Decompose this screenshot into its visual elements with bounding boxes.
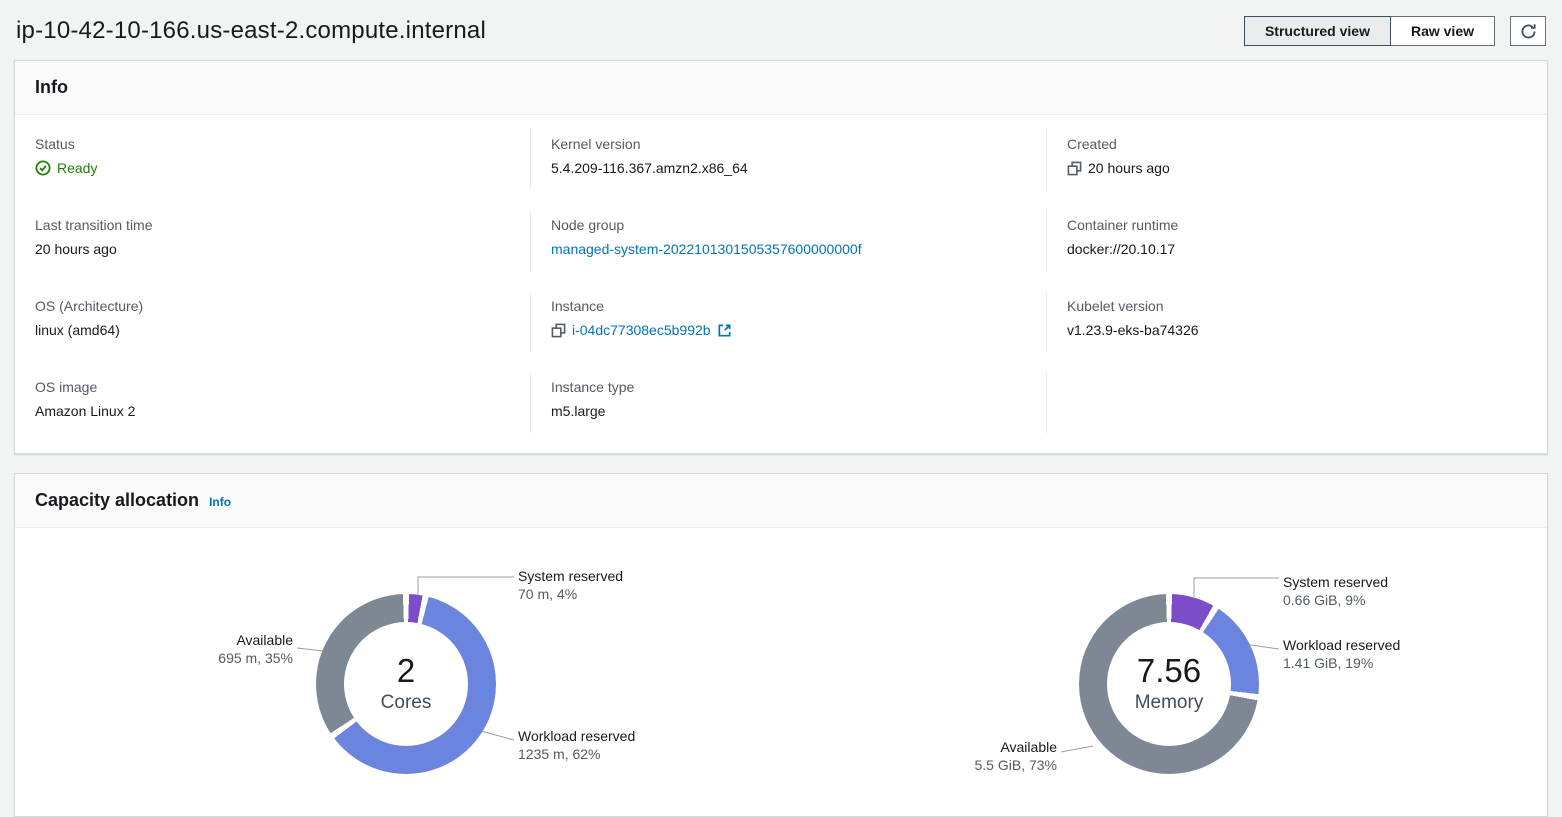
view-toggle: Structured view Raw view — [1244, 16, 1495, 46]
info-panel: Info Status Ready Kernel version 5.4.209… — [14, 60, 1548, 454]
field-value: docker://20.10.17 — [1067, 239, 1527, 259]
refresh-icon — [1520, 23, 1537, 40]
memory-donut-chart: 7.56 Memory — [1079, 594, 1259, 774]
field-label: Container runtime — [1067, 216, 1527, 234]
copy-icon[interactable] — [551, 323, 566, 338]
copy-icon[interactable] — [1067, 161, 1082, 176]
field-last-transition-time: Last transition time 20 hours ago — [15, 200, 531, 281]
info-grid: Status Ready Kernel version 5.4.209-116.… — [15, 115, 1547, 453]
capacity-panel-title: Capacity allocation — [35, 490, 199, 511]
field-value: m5.large — [551, 401, 1027, 421]
field-empty — [1047, 362, 1547, 443]
cpu-total-value: 2 — [397, 653, 415, 689]
field-label: Status — [35, 135, 511, 153]
field-value: v1.23.9-eks-ba74326 — [1067, 320, 1527, 340]
info-panel-title: Info — [35, 77, 68, 98]
node-group-link[interactable]: managed-system-2022101301505357600000000… — [551, 239, 862, 259]
page-title: ip-10-42-10-166.us-east-2.compute.intern… — [16, 17, 486, 45]
capacity-panel-header: Capacity allocation Info — [15, 474, 1547, 528]
status-text: Ready — [57, 158, 97, 178]
memory-available-label: Available 5.5 GiB, 73% — [889, 739, 1057, 773]
instance-link[interactable]: i-04dc77308ec5b992b — [572, 320, 711, 340]
field-container-runtime: Container runtime docker://20.10.17 — [1047, 200, 1547, 281]
memory-total-label: Memory — [1135, 691, 1204, 715]
external-link-icon[interactable] — [717, 323, 732, 338]
raw-view-button[interactable]: Raw view — [1390, 16, 1495, 46]
field-value: Amazon Linux 2 — [35, 401, 511, 421]
field-os-architecture: OS (Architecture) linux (amd64) — [15, 281, 531, 362]
field-instance-type: Instance type m5.large — [531, 362, 1047, 443]
capacity-allocation-panel: Capacity allocation Info 2 Cores System … — [14, 473, 1548, 817]
field-label: Kernel version — [551, 135, 1027, 153]
field-label: OS image — [35, 378, 511, 396]
field-label: Last transition time — [35, 216, 511, 234]
memory-donut-center: 7.56 Memory — [1107, 622, 1231, 746]
field-value: 20 hours ago — [35, 239, 511, 259]
field-label: Kubelet version — [1067, 297, 1527, 315]
refresh-button[interactable] — [1510, 16, 1546, 46]
cpu-available-label: Available 695 m, 35% — [125, 632, 293, 666]
field-instance: Instance i-04dc77308ec5b992b — [531, 281, 1047, 362]
field-label: Created — [1067, 135, 1527, 153]
memory-system-reserved-label: System reserved 0.66 GiB, 9% — [1283, 574, 1388, 608]
field-kernel-version: Kernel version 5.4.209-116.367.amzn2.x86… — [531, 119, 1047, 200]
field-label: Instance type — [551, 378, 1027, 396]
field-node-group: Node group managed-system-20221013015053… — [531, 200, 1047, 281]
field-os-image: OS image Amazon Linux 2 — [15, 362, 531, 443]
page-header: ip-10-42-10-166.us-east-2.compute.intern… — [0, 0, 1562, 60]
field-label: Node group — [551, 216, 1027, 234]
memory-total-value: 7.56 — [1137, 653, 1201, 689]
structured-view-button[interactable]: Structured view — [1244, 16, 1391, 46]
field-value: 20 hours ago — [1088, 158, 1170, 178]
status-ready-icon — [35, 160, 51, 176]
capacity-charts: 2 Cores System reserved 70 m, 4% Availab… — [15, 528, 1547, 816]
field-label: Instance — [551, 297, 1027, 315]
memory-workload-reserved-label: Workload reserved 1.41 GiB, 19% — [1283, 637, 1400, 671]
capacity-info-link[interactable]: Info — [209, 495, 231, 509]
header-actions: Structured view Raw view — [1244, 16, 1546, 46]
chart-leader-lines — [15, 528, 1547, 816]
cpu-donut-chart: 2 Cores — [316, 594, 496, 774]
field-kubelet-version: Kubelet version v1.23.9-eks-ba74326 — [1047, 281, 1547, 362]
field-status: Status Ready — [15, 119, 531, 200]
cpu-donut-center: 2 Cores — [344, 622, 468, 746]
field-value: 5.4.209-116.367.amzn2.x86_64 — [551, 158, 1027, 178]
cpu-workload-reserved-label: Workload reserved 1235 m, 62% — [518, 728, 635, 762]
field-label: OS (Architecture) — [35, 297, 511, 315]
info-panel-header: Info — [15, 61, 1547, 115]
cpu-system-reserved-label: System reserved 70 m, 4% — [518, 568, 623, 602]
field-created: Created 20 hours ago — [1047, 119, 1547, 200]
field-value: linux (amd64) — [35, 320, 511, 340]
cpu-total-label: Cores — [381, 691, 432, 715]
